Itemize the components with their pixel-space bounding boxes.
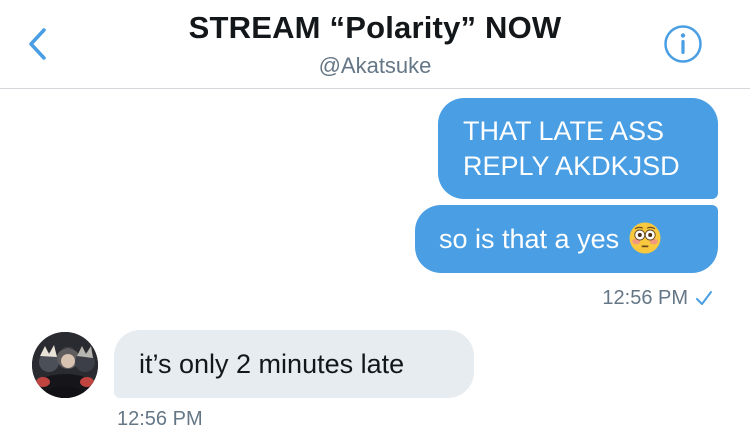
info-icon — [664, 25, 702, 63]
read-status — [694, 289, 714, 307]
message-text: it’s only 2 minutes late — [139, 349, 405, 379]
info-button[interactable] — [663, 24, 703, 64]
flushed-face-emoji — [629, 222, 661, 254]
message-text: THAT LATE ASS REPLY AKDKJSD — [463, 116, 680, 181]
outgoing-timestamp: 12:56 PM — [602, 287, 688, 309]
conversation-title: STREAM “Polarity” NOW — [188, 10, 562, 45]
message-text: so is that a yes — [439, 224, 620, 254]
avatar[interactable] — [32, 332, 98, 398]
checkmark-icon — [696, 291, 712, 305]
outgoing-message[interactable]: so is that a yes — [415, 205, 718, 273]
conversation-header: STREAM “Polarity” NOW @Akatsuke — [0, 0, 750, 89]
conversation-handle: @Akatsuke — [318, 53, 432, 78]
incoming-message[interactable]: it’s only 2 minutes late — [114, 330, 474, 398]
incoming-timestamp: 12:56 PM — [117, 408, 203, 430]
outgoing-message[interactable]: THAT LATE ASS REPLY AKDKJSD — [438, 98, 718, 199]
dm-conversation-screen: STREAM “Polarity” NOW @Akatsuke THAT LAT… — [0, 0, 750, 444]
